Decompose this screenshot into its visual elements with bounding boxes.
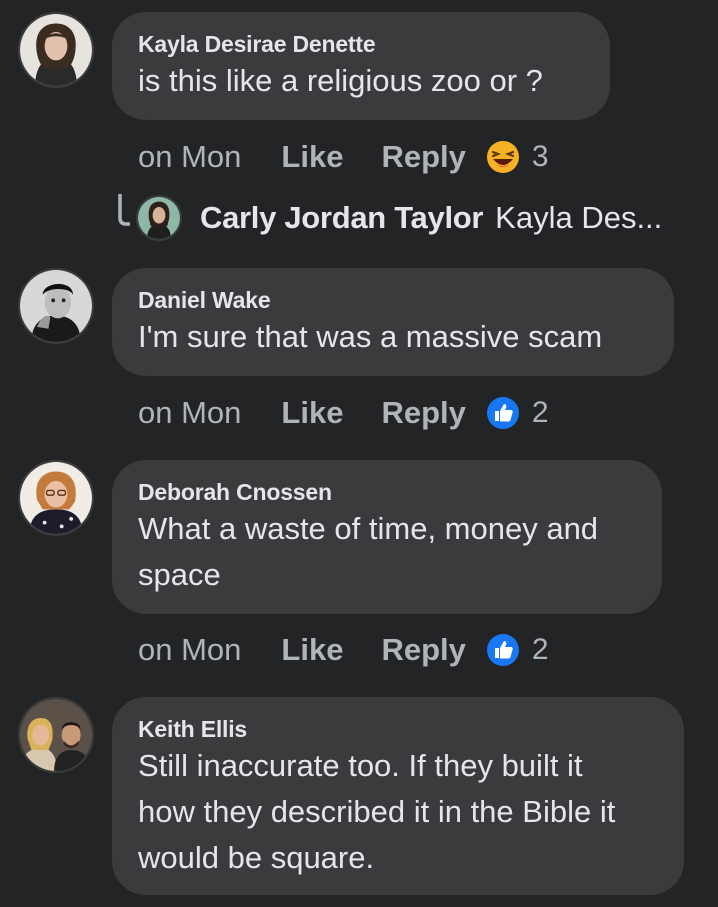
comment-text-line: What a waste of time, money and xyxy=(138,511,599,546)
reaction-summary[interactable]: 2 xyxy=(486,633,549,667)
like-button[interactable]: Like xyxy=(281,139,343,175)
comment-text-line: space xyxy=(138,557,221,592)
reaction-summary[interactable]: 2 xyxy=(486,396,549,430)
comment-time[interactable]: on Mon xyxy=(138,395,241,431)
reply-author[interactable]: Carly Jordan Taylor xyxy=(200,200,483,236)
reply-button[interactable]: Reply xyxy=(381,139,465,175)
avatar-daniel[interactable] xyxy=(18,268,94,344)
comment-author[interactable]: Daniel Wake xyxy=(138,286,646,314)
comment-bubble-kayla: Kayla Desirae Denette is this like a rel… xyxy=(112,12,610,120)
haha-reaction-icon xyxy=(486,141,519,173)
avatar-kayla[interactable] xyxy=(18,12,94,88)
comment-author[interactable]: Deborah Cnossen xyxy=(138,478,634,506)
like-button[interactable]: Like xyxy=(281,632,343,668)
reply-preview[interactable]: Carly Jordan Taylor Kayla Des... xyxy=(118,192,662,244)
comment-text: is this like a religious zoo or ? xyxy=(138,63,543,98)
comment-author[interactable]: Keith Ellis xyxy=(138,715,656,743)
comment-actions: on Mon Like Reply 2 xyxy=(138,630,549,670)
reply-snippet: Kayla Des... xyxy=(495,200,663,235)
comment-bubble-daniel: Daniel Wake I'm sure that was a massive … xyxy=(112,268,674,376)
reply-button[interactable]: Reply xyxy=(381,395,465,431)
comment-text: What a waste of time, money and space xyxy=(138,506,634,598)
comment-text: I'm sure that was a massive scam xyxy=(138,319,603,354)
comment-actions: on Mon Like Reply 3 xyxy=(138,137,549,177)
reaction-summary[interactable]: 3 xyxy=(486,140,549,174)
comment-text-line: Still inaccurate too. If they built it xyxy=(138,748,583,783)
like-button[interactable]: Like xyxy=(281,395,343,431)
comment-author[interactable]: Kayla Desirae Denette xyxy=(138,30,582,58)
reply-thread-line xyxy=(118,194,172,242)
comment-text-line: how they described it in the Bible it xyxy=(138,794,616,829)
comment-time[interactable]: on Mon xyxy=(138,139,241,175)
like-reaction-icon xyxy=(486,397,519,429)
comment-text: Still inaccurate too. If they built it h… xyxy=(138,743,656,881)
comment-time[interactable]: on Mon xyxy=(138,632,241,668)
comment-bubble-deborah: Deborah Cnossen What a waste of time, mo… xyxy=(112,460,662,614)
reaction-count: 2 xyxy=(531,633,549,666)
comment-bubble-keith: Keith Ellis Still inaccurate too. If the… xyxy=(112,697,684,895)
avatar-keith[interactable] xyxy=(18,697,94,773)
reaction-count: 3 xyxy=(531,140,549,173)
comment-actions: on Mon Like Reply 2 xyxy=(138,393,549,433)
reaction-count: 2 xyxy=(531,396,549,429)
reply-button[interactable]: Reply xyxy=(381,632,465,668)
avatar-deborah[interactable] xyxy=(18,460,94,536)
comment-text-line: would be square. xyxy=(138,840,375,875)
like-reaction-icon xyxy=(486,634,519,666)
